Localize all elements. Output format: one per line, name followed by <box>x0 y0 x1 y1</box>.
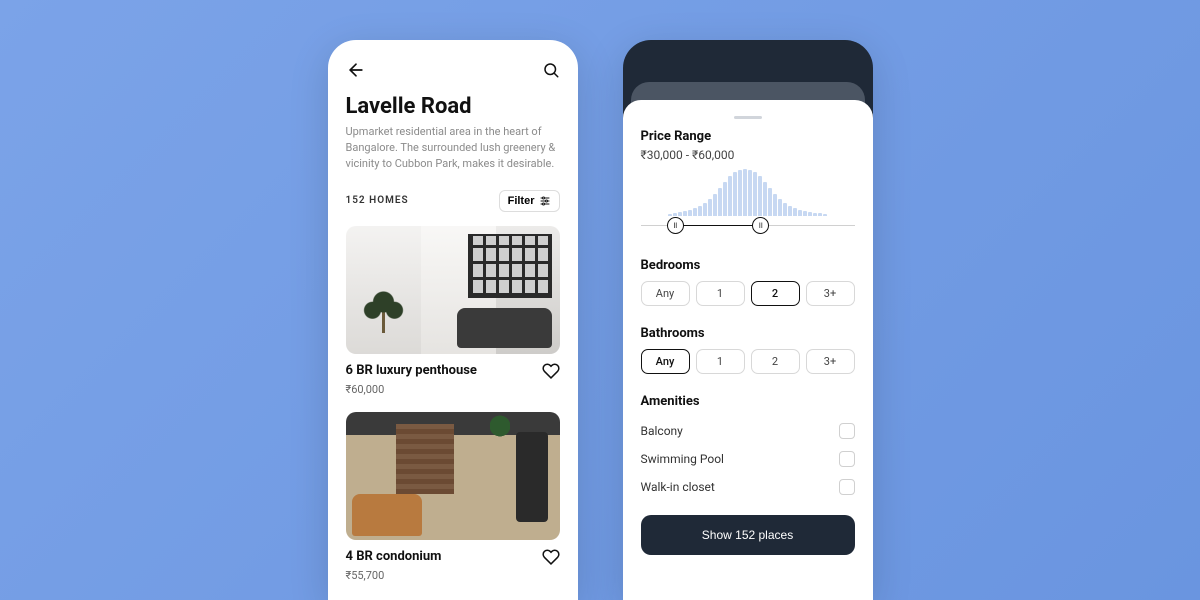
bedrooms-2[interactable]: 2 <box>751 281 800 306</box>
slider-thumb-min[interactable]: II <box>667 217 684 234</box>
listing-image <box>346 226 560 354</box>
listing-image <box>346 412 560 540</box>
price-slider[interactable]: II II <box>641 216 855 236</box>
show-results-button[interactable]: Show 152 places <box>641 515 855 555</box>
favorite-icon[interactable] <box>542 362 560 380</box>
results-count: 152 HOMES <box>346 195 409 206</box>
price-range-value: ₹30,000 - ₹60,000 <box>641 148 855 162</box>
bedrooms-label: Bedrooms <box>641 258 855 273</box>
filter-button[interactable]: Filter <box>499 190 560 212</box>
bathrooms-options: Any 1 2 3+ <box>641 349 855 374</box>
filter-sheet: Price Range ₹30,000 - ₹60,000 II II Bedr… <box>623 100 873 600</box>
bathrooms-label: Bathrooms <box>641 326 855 341</box>
listings-screen: Lavelle Road Upmarket residential area i… <box>328 40 578 600</box>
bedrooms-options: Any 1 2 3+ <box>641 281 855 306</box>
listing-card[interactable]: 6 BR luxury penthouse ₹60,000 <box>346 226 560 396</box>
price-histogram <box>641 168 855 216</box>
page-title: Lavelle Road <box>346 94 560 119</box>
listing-card[interactable]: 4 BR condonium ₹55,700 <box>346 412 560 582</box>
bedrooms-any[interactable]: Any <box>641 281 690 306</box>
amenity-label: Swimming Pool <box>641 452 724 466</box>
bedrooms-1[interactable]: 1 <box>696 281 745 306</box>
amenity-checkbox-pool[interactable] <box>839 451 855 467</box>
bathrooms-3plus[interactable]: 3+ <box>806 349 855 374</box>
amenity-row: Balcony <box>641 417 855 445</box>
slider-thumb-max[interactable]: II <box>752 217 769 234</box>
bathrooms-2[interactable]: 2 <box>751 349 800 374</box>
sliders-icon <box>539 195 551 207</box>
top-bar <box>346 60 560 80</box>
filter-button-label: Filter <box>508 195 535 207</box>
amenity-row: Swimming Pool <box>641 445 855 473</box>
amenity-row: Walk-in closet <box>641 473 855 501</box>
search-icon[interactable] <box>542 61 560 79</box>
drag-handle[interactable] <box>734 116 762 119</box>
bedrooms-3plus[interactable]: 3+ <box>806 281 855 306</box>
bathrooms-any[interactable]: Any <box>641 349 690 374</box>
listing-title: 4 BR condonium <box>346 549 442 564</box>
listing-price: ₹60,000 <box>346 383 560 396</box>
price-range-label: Price Range <box>641 129 855 144</box>
back-icon[interactable] <box>346 60 366 80</box>
amenity-checkbox-balcony[interactable] <box>839 423 855 439</box>
amenity-checkbox-closet[interactable] <box>839 479 855 495</box>
favorite-icon[interactable] <box>542 548 560 566</box>
amenity-label: Balcony <box>641 424 683 438</box>
listing-title: 6 BR luxury penthouse <box>346 363 477 378</box>
page-subtitle: Upmarket residential area in the heart o… <box>346 124 560 172</box>
amenity-label: Walk-in closet <box>641 480 715 494</box>
bathrooms-1[interactable]: 1 <box>696 349 745 374</box>
listing-price: ₹55,700 <box>346 569 560 582</box>
filter-screen: Price Range ₹30,000 - ₹60,000 II II Bedr… <box>623 40 873 600</box>
amenities-label: Amenities <box>641 394 855 409</box>
